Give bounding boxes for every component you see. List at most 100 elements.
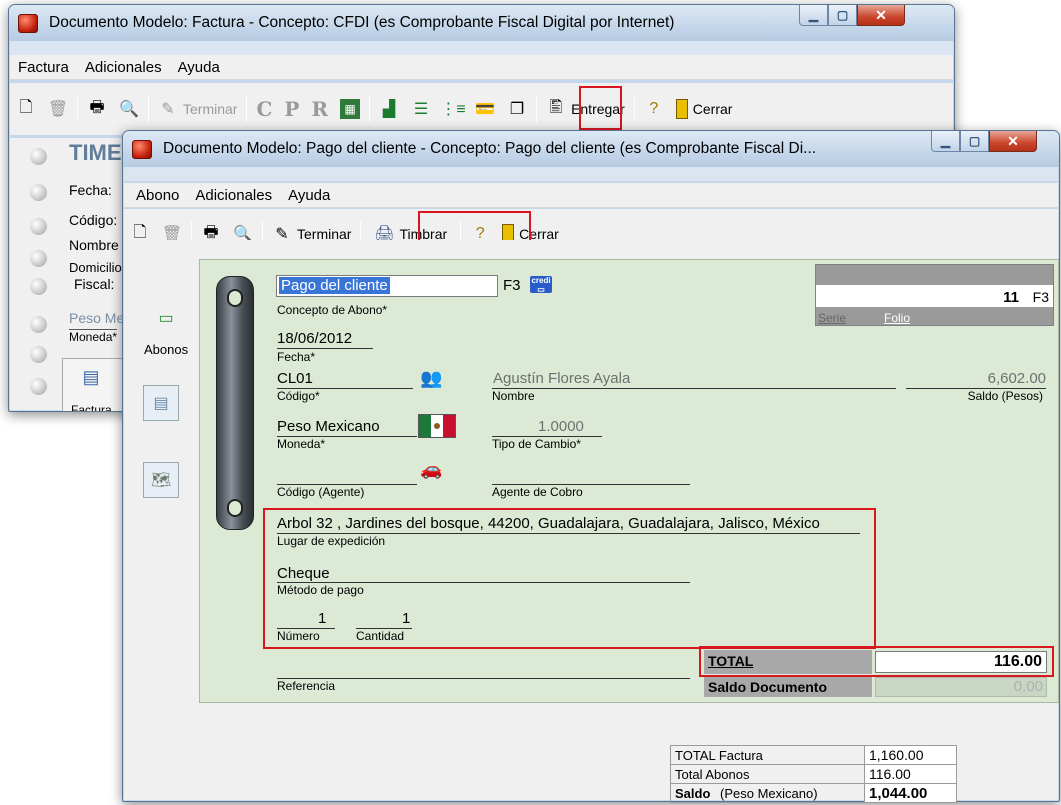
codigo-value[interactable]: CL01 <box>277 370 313 387</box>
peso-label: Peso Me <box>69 310 125 326</box>
help-button[interactable]: ? <box>638 92 670 126</box>
tree-button[interactable]: ⋮≡ <box>437 92 469 126</box>
radio-6[interactable] <box>30 316 47 333</box>
highlight-expedicion <box>263 508 876 649</box>
print-button[interactable]: 🖶 <box>81 92 113 126</box>
radio-4[interactable] <box>30 250 47 267</box>
chart-icon: ▟ <box>382 101 396 118</box>
spreadsheet-icon: ▦ <box>340 99 361 119</box>
total-abonos-value: 116.00 <box>864 764 957 784</box>
radio-5[interactable] <box>30 278 47 295</box>
pago-menubar: Abono Adicionales Ayuda <box>124 183 1058 208</box>
agent-icon[interactable]: 🚗 <box>420 459 442 480</box>
notes-icon: ▤ <box>153 395 169 412</box>
list-button[interactable]: ☰ <box>405 92 437 126</box>
moneda-label: Moneda* <box>277 437 326 451</box>
abonos-tab[interactable]: ▭ Abonos <box>140 300 196 360</box>
payment-icon: 💳 <box>475 101 496 118</box>
abonos-tab-label: Abonos <box>144 342 189 357</box>
pago-titlebar[interactable]: Documento Modelo: Pago del cliente - Con… <box>123 131 1059 167</box>
serie-label: Serie <box>818 311 847 325</box>
maximize-button[interactable]: ▢ <box>960 131 989 152</box>
pagos-button[interactable]: 💳 <box>469 92 501 126</box>
radio-7[interactable] <box>30 346 47 363</box>
highlight-total <box>699 646 1054 677</box>
terminar-button[interactable]: ✎ Terminar <box>152 92 243 126</box>
printer-icon: 🖶 <box>89 98 105 116</box>
menu-ayuda[interactable]: Ayuda <box>170 59 228 76</box>
close-button[interactable]: ✕ <box>989 131 1037 152</box>
binder-clip-icon <box>216 276 254 530</box>
highlight-pagos <box>579 86 622 130</box>
chart-button[interactable]: ▟ <box>373 92 405 126</box>
app-icon <box>18 14 38 33</box>
map-tab[interactable]: 🗺 <box>143 462 179 498</box>
c-button[interactable]: C <box>250 92 278 126</box>
summary-row: Total Abonos 116.00 <box>670 764 957 784</box>
folio-label: Folio <box>884 311 911 325</box>
factura-tab-label: Factura <box>71 403 112 412</box>
timbre-heading: TIME <box>69 140 122 165</box>
saldo-summary-currency: (Peso Mexicano) <box>720 785 818 801</box>
deliver-icon: 🖺 <box>549 98 563 116</box>
menu-abono[interactable]: Abono <box>124 187 187 204</box>
nombre-label: Nombre <box>492 389 535 403</box>
c-icon: C <box>256 97 273 121</box>
p-icon: P <box>284 97 300 121</box>
saldo-summary-label-cell: Saldo (Peso Mexicano) <box>670 783 865 803</box>
concepto-selected: Pago del cliente <box>279 277 390 294</box>
concepto-input[interactable]: Pago del cliente <box>276 275 498 297</box>
fiscal-label: Fiscal: <box>74 276 115 292</box>
copy-icon: ❐ <box>509 101 525 118</box>
clients-icon[interactable]: 👥 <box>420 368 442 389</box>
referencia-label: Referencia <box>277 679 336 693</box>
menu-factura[interactable]: Factura <box>10 59 77 76</box>
credit-card-icon[interactable]: credi ▭ <box>530 276 552 294</box>
close-button[interactable]: ✕ <box>857 5 905 26</box>
radio-2[interactable] <box>30 184 47 201</box>
serie-folio-box: 11 F3 Serie Folio <box>815 264 1054 326</box>
folio-f3[interactable]: F3 <box>1033 289 1049 305</box>
trash-icon: 🗑 <box>47 101 69 118</box>
minimize-button[interactable]: ▁ <box>799 5 828 26</box>
summary-row: TOTAL Factura 1,160.00 <box>670 745 957 765</box>
radio-3[interactable] <box>30 218 47 235</box>
minimize-button[interactable]: ▁ <box>931 131 960 152</box>
terminar-icon: ✎ <box>161 101 175 118</box>
factura-menubar: Factura Adicionales Ayuda <box>10 55 953 80</box>
p-button[interactable]: P <box>278 92 305 126</box>
radio-1[interactable] <box>30 148 47 165</box>
domicilio-label: Domicilio <box>69 260 122 275</box>
summary-table: TOTAL Factura 1,160.00 Total Abonos 116.… <box>670 745 957 803</box>
radio-8[interactable] <box>30 378 47 395</box>
tree-icon: ⋮≡ <box>440 101 466 118</box>
fecha-value[interactable]: 18/06/2012 <box>277 330 352 347</box>
cerrar-button[interactable]: Cerrar <box>670 92 739 126</box>
notes-tab[interactable]: ▤ <box>143 385 179 421</box>
moneda-label: Moneda* <box>69 329 118 344</box>
menu-adicionales[interactable]: Adicionales <box>77 59 170 76</box>
folio-value[interactable]: 11 <box>1003 289 1019 306</box>
fecha-label: Fecha: <box>69 182 112 198</box>
copy-button[interactable]: ❐ <box>501 92 533 126</box>
menu-adicionales[interactable]: Adicionales <box>187 187 280 204</box>
r-button[interactable]: R <box>305 92 334 126</box>
total-abonos-label: Total Abonos <box>670 764 865 784</box>
factura-titlebar[interactable]: Documento Modelo: Factura - Concepto: CF… <box>9 5 954 41</box>
new-button[interactable]: 🗋 <box>10 92 42 126</box>
nombre-value: Agustín Flores Ayala <box>493 370 631 387</box>
saldo-doc-row: Saldo Documento 0.00 <box>704 677 1049 697</box>
menu-ayuda[interactable]: Ayuda <box>280 187 338 204</box>
preview-button[interactable]: 🔍 <box>113 92 145 126</box>
export-button[interactable]: ▦ <box>334 92 366 126</box>
pago-title: Documento Modelo: Pago del cliente - Con… <box>163 140 817 157</box>
total-factura-value: 1,160.00 <box>864 745 957 765</box>
delete-button[interactable]: 🗑 <box>42 92 74 126</box>
moneda-value[interactable]: Peso Mexicano <box>277 418 380 435</box>
r-icon: R <box>311 97 329 121</box>
concepto-f3[interactable]: F3 <box>503 277 521 294</box>
factura-title: Documento Modelo: Factura - Concepto: CF… <box>49 14 675 31</box>
mexico-flag-icon <box>418 414 456 438</box>
maximize-button[interactable]: ▢ <box>828 5 857 26</box>
new-document-icon: 🗋 <box>19 98 33 116</box>
